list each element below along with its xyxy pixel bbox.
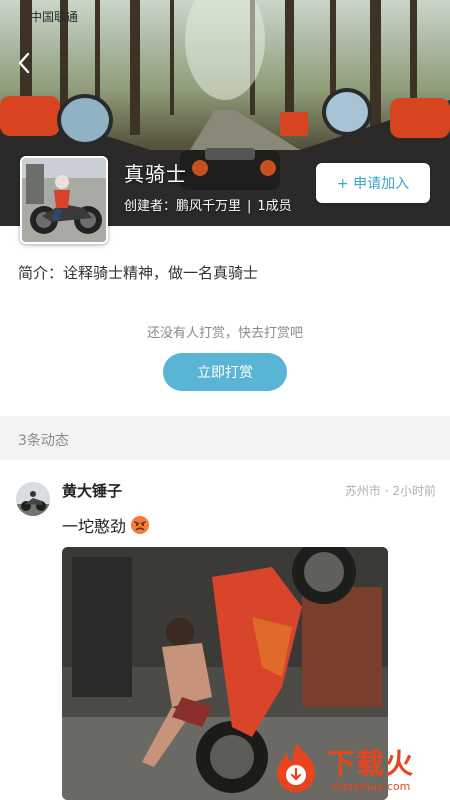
watermark: 下载火 xiazaihuo.com — [265, 734, 450, 800]
reward-button[interactable]: 立即打赏 — [163, 353, 287, 391]
post-meta: 苏州市 · 2小时前 — [344, 484, 436, 498]
group-members[interactable]: 1成员 — [257, 199, 291, 214]
group-intro: 简介：诠释骑士精神，做一名真骑士 — [18, 264, 259, 282]
feed-count: 3条动态 — [18, 433, 69, 449]
group-name: 真骑士 — [124, 162, 187, 186]
back-button[interactable] — [12, 48, 38, 78]
feed-header: 3条动态 — [0, 416, 450, 460]
join-button[interactable]: + 申请加入 — [316, 163, 430, 203]
rider-photo — [22, 158, 106, 242]
author-avatar-image — [16, 482, 50, 516]
group-creator[interactable]: 创建者：鹏风千万里 — [124, 199, 241, 214]
group-cover-image[interactable] — [20, 156, 108, 244]
group-meta: 创建者：鹏风千万里 | 1成员 — [124, 195, 292, 214]
post-text-content: 一坨憨劲 — [62, 517, 127, 536]
status-carrier: 中国联通 — [30, 10, 79, 24]
watermark-url: xiazaihuo.com — [331, 780, 411, 793]
reward-empty-text: 还没有人打赏，快去打赏吧 — [146, 326, 303, 341]
meta-divider: | — [247, 199, 252, 214]
angry-face-icon — [131, 516, 150, 534]
post-text: 一坨憨劲 — [62, 513, 150, 537]
post-author[interactable]: 黄大锤子 — [62, 480, 122, 501]
avatar[interactable] — [16, 482, 50, 516]
watermark-name: 下载火 — [327, 747, 415, 780]
watermark-logo-icon — [277, 744, 315, 792]
chevron-left-icon — [18, 52, 30, 74]
